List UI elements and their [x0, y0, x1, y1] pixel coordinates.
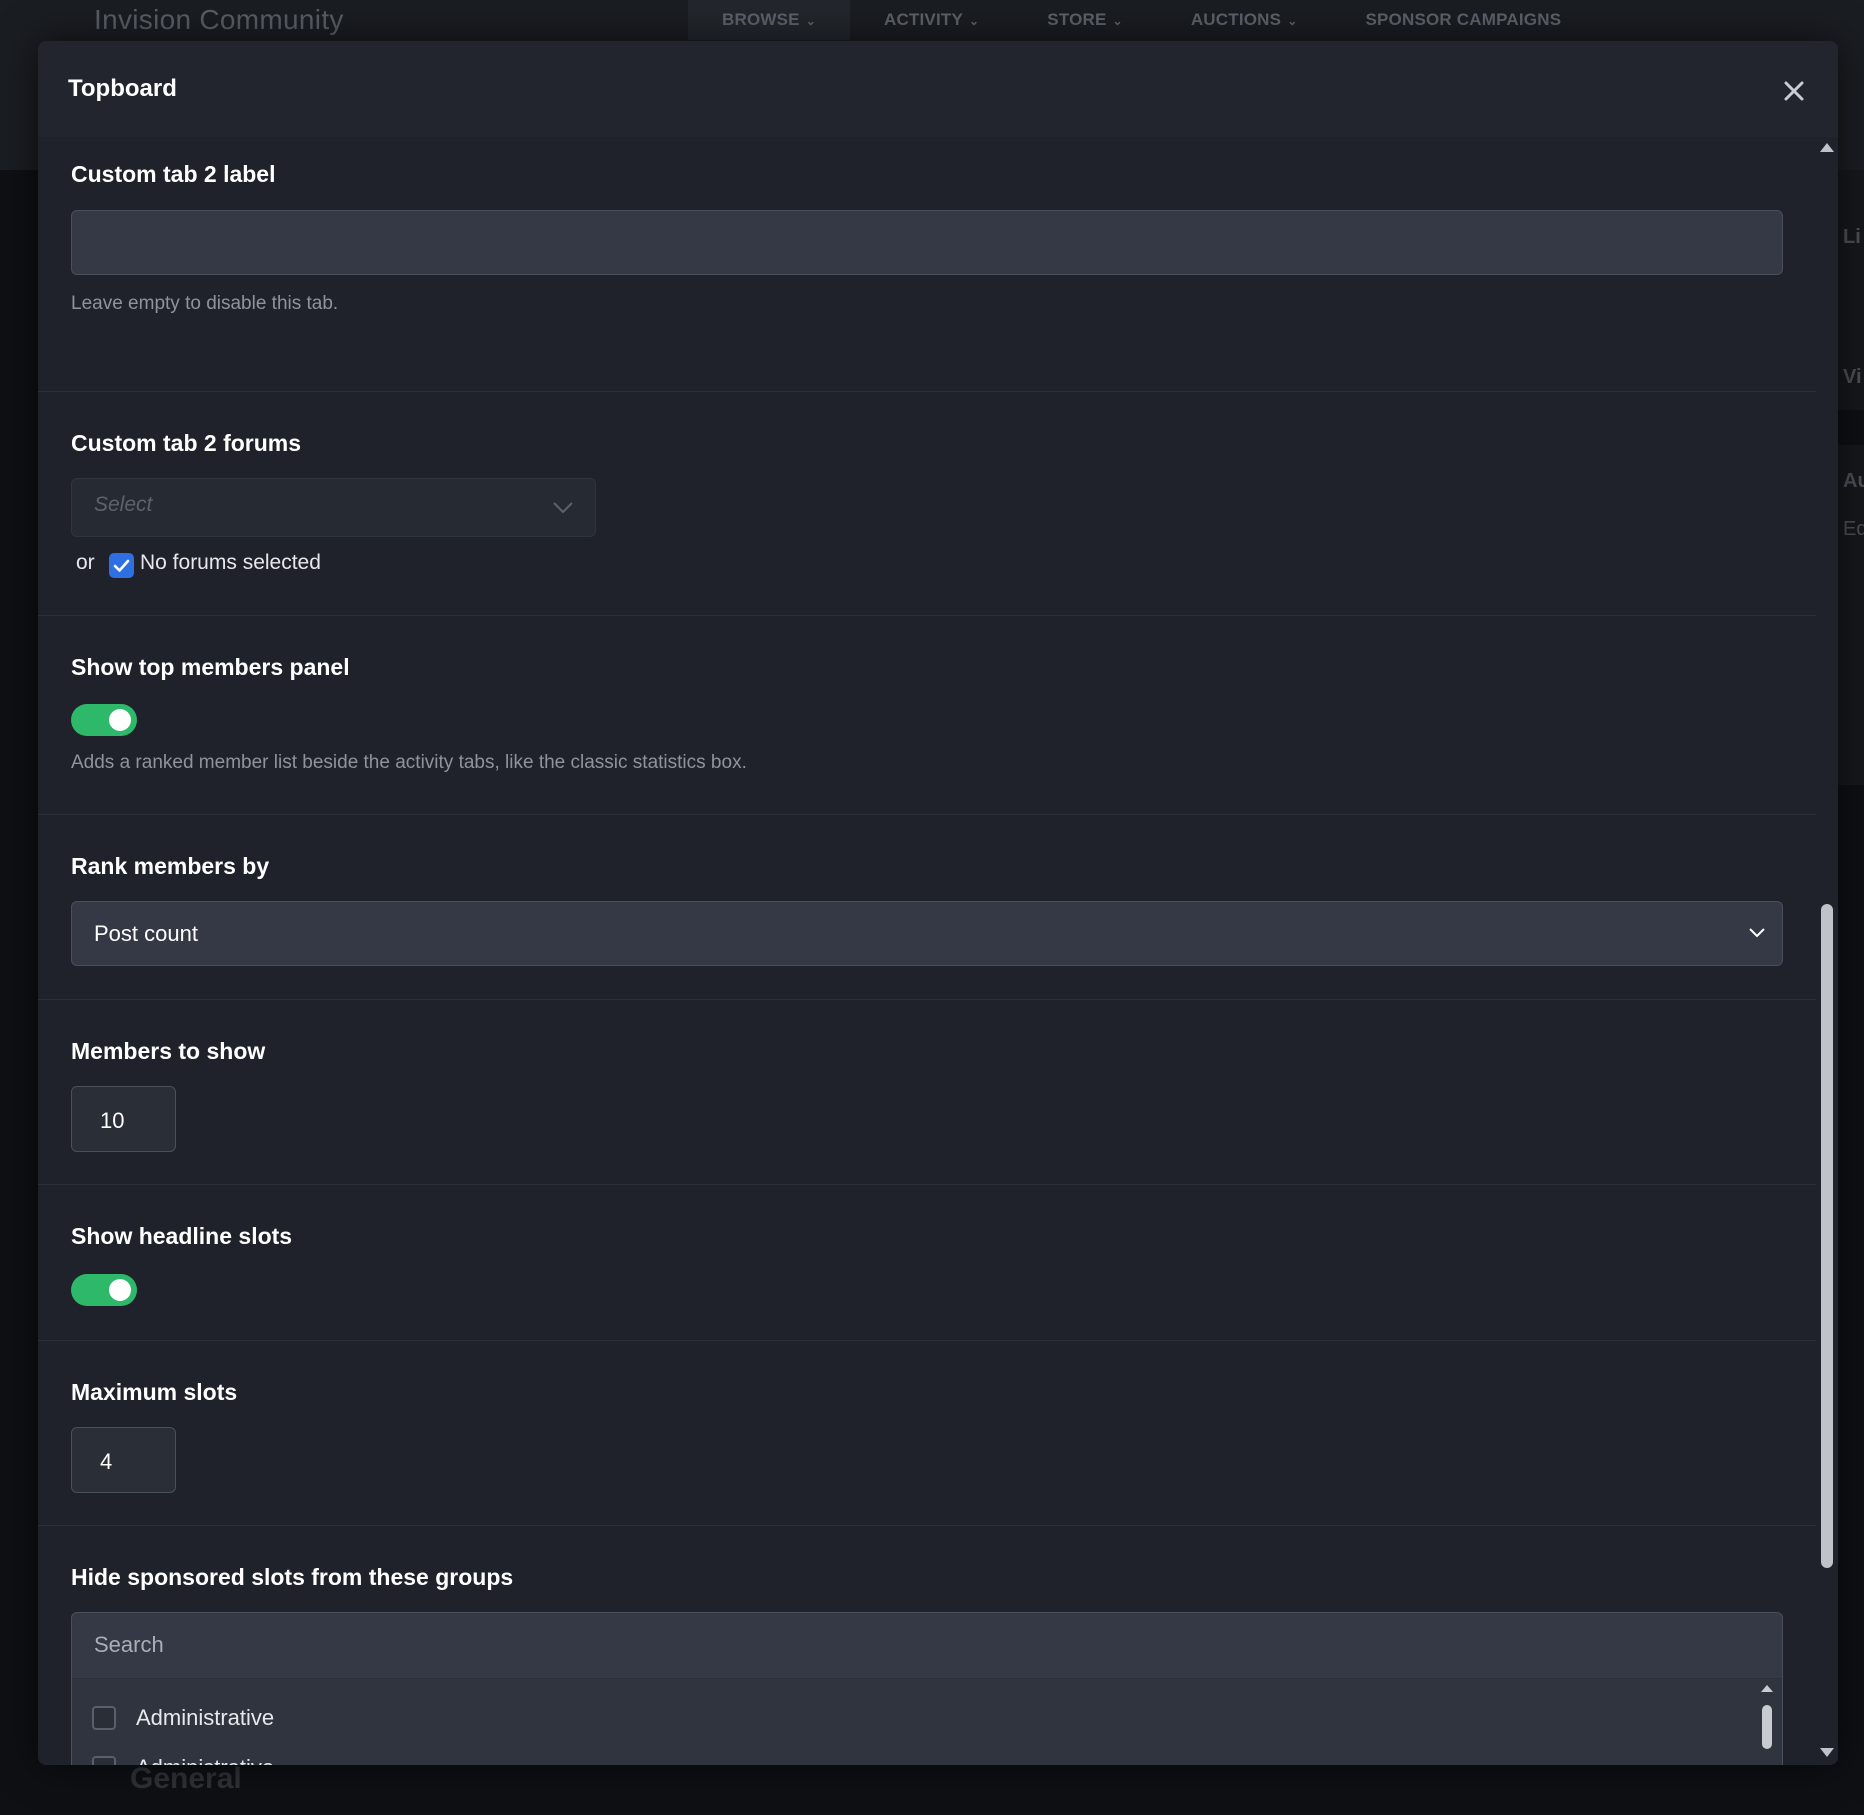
groups-list-scrollbar[interactable]: [1754, 1679, 1780, 1765]
groups-search-input[interactable]: Search: [72, 1613, 1782, 1679]
custom-tab-forums-section: Custom tab 2 forums Select or No forums …: [38, 391, 1816, 616]
field-label: Maximum slots: [71, 1379, 238, 1405]
modal-header: Topboard: [38, 41, 1838, 137]
maximum-slots-value: 4: [100, 1449, 113, 1474]
nav-auctions[interactable]: AUCTIONS ⌄: [1157, 0, 1332, 40]
show-headline-slots-section: Show headline slots: [38, 1184, 1816, 1341]
members-to-show-value: 10: [100, 1108, 125, 1133]
toggle-knob: [109, 709, 131, 731]
no-forums-label[interactable]: No forums selected: [140, 551, 321, 575]
custom-tab-label-section: Custom tab 2 label Leave empty to disabl…: [38, 137, 1816, 391]
groups-search-placeholder: Search: [94, 1632, 164, 1657]
rank-members-value: Post count: [94, 921, 198, 946]
scroll-up-arrow-icon: [1761, 1685, 1773, 1692]
show-top-members-section: Show top members panel Adds a ranked mem…: [38, 615, 1816, 815]
chevron-down-icon: [1749, 928, 1765, 938]
main-nav: BROWSE ⌄ ACTIVITY ⌄ STORE ⌄ AUCTIONS ⌄ SPONS…: [688, 0, 1595, 40]
hide-sponsored-section: Hide sponsored slots from these groups S…: [38, 1525, 1816, 1765]
scroll-down-arrow-icon[interactable]: [1819, 1747, 1835, 1759]
custom-tab-label-input[interactable]: [71, 210, 1783, 275]
modal-scrollbar[interactable]: [1816, 137, 1838, 1765]
nav-store-label: STORE: [1047, 10, 1107, 29]
nav-sponsor-campaigns[interactable]: SPONSOR CAMPAIGNS: [1331, 0, 1595, 40]
groups-multiselect: Search Administrative Administrative: [71, 1612, 1783, 1765]
group-label: Administrative: [136, 1755, 274, 1765]
group-checkbox[interactable]: [92, 1706, 116, 1730]
field-label: Custom tab 2 label: [71, 161, 276, 187]
chevron-down-icon: ⌄: [1287, 14, 1298, 28]
field-label: Show top members panel: [71, 654, 350, 680]
field-label: Members to show: [71, 1038, 266, 1064]
field-hint: Leave empty to disable this tab.: [71, 293, 339, 314]
forums-select-placeholder: Select: [94, 493, 153, 516]
background-sidebar-text: Eq: [1843, 518, 1864, 540]
modal-body: Custom tab 2 label Leave empty to disabl…: [38, 137, 1816, 1765]
background-sidebar-text: Li: [1843, 226, 1861, 248]
close-icon: [1784, 81, 1804, 101]
scroll-up-arrow-icon[interactable]: [1819, 141, 1835, 153]
chevron-down-icon: ⌄: [1112, 14, 1123, 28]
nav-browse-label: BROWSE: [722, 10, 800, 29]
modal-title: Topboard: [68, 75, 177, 102]
scrollbar-thumb[interactable]: [1762, 1705, 1772, 1749]
forums-select[interactable]: Select: [71, 478, 596, 537]
chevron-down-icon: [553, 502, 573, 514]
toggle-knob: [109, 1279, 131, 1301]
field-hint: Adds a ranked member list beside the act…: [71, 752, 747, 773]
members-to-show-input[interactable]: 10: [71, 1086, 176, 1152]
maximum-slots-section: Maximum slots 4: [38, 1340, 1816, 1526]
group-checkbox[interactable]: [92, 1756, 116, 1765]
close-button[interactable]: [1778, 75, 1810, 107]
scrollbar-thumb[interactable]: [1821, 904, 1833, 1568]
site-brand: Invision Community: [94, 4, 344, 35]
groups-option-list: Administrative Administrative: [72, 1679, 1782, 1765]
members-to-show-section: Members to show 10: [38, 999, 1816, 1185]
field-label: Custom tab 2 forums: [71, 430, 302, 456]
nav-activity-label: ACTIVITY: [883, 10, 964, 29]
rank-members-section: Rank members by Post count: [38, 814, 1816, 1000]
topboard-modal: Topboard Custom tab 2 label Leave empty …: [38, 41, 1838, 1765]
nav-activity[interactable]: ACTIVITY ⌄: [850, 0, 1013, 40]
or-text: or: [76, 551, 95, 574]
group-label: Administrative: [136, 1705, 275, 1730]
nav-auctions-label: AUCTIONS: [1190, 10, 1282, 29]
field-label: Show headline slots: [71, 1223, 293, 1249]
nav-browse[interactable]: BROWSE ⌄: [688, 0, 850, 40]
maximum-slots-input[interactable]: 4: [71, 1427, 176, 1493]
nav-sponsor-campaigns-label: SPONSOR CAMPAIGNS: [1365, 10, 1562, 29]
chevron-down-icon: ⌄: [805, 14, 816, 28]
background-sidebar-block: [1838, 445, 1864, 785]
show-top-members-toggle[interactable]: [71, 704, 137, 736]
background-section-heading: General: [130, 1762, 242, 1795]
show-headline-slots-toggle[interactable]: [71, 1274, 137, 1306]
nav-store[interactable]: STORE ⌄: [1013, 0, 1157, 40]
field-label: Hide sponsored slots from these groups: [71, 1564, 514, 1590]
checkmark-icon: [113, 559, 130, 572]
rank-members-select[interactable]: Post count: [71, 901, 1783, 966]
background-sidebar-text: Vi: [1843, 366, 1862, 388]
no-forums-checkbox[interactable]: [109, 553, 134, 578]
background-sidebar-text: Au: [1843, 470, 1864, 492]
field-label: Rank members by: [71, 853, 270, 879]
chevron-down-icon: ⌄: [969, 14, 980, 28]
